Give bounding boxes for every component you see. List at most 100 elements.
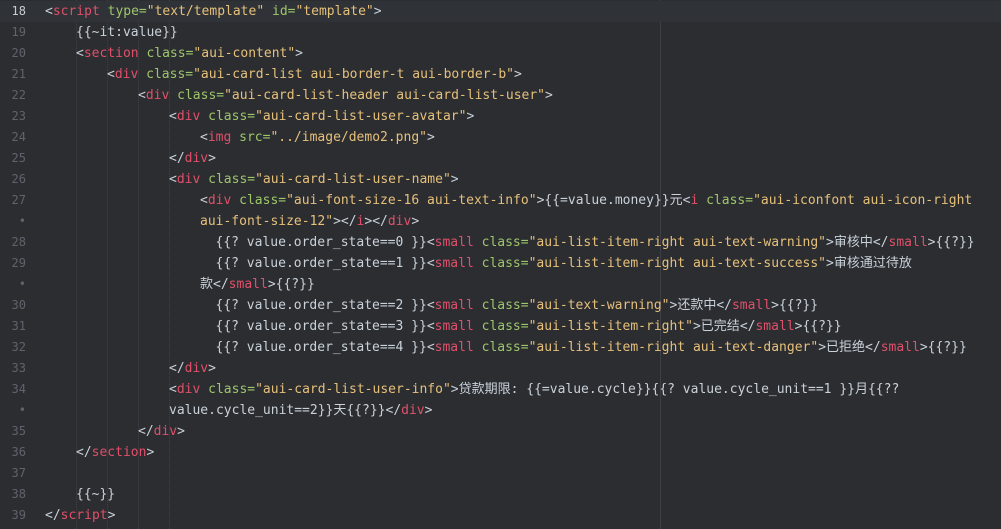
token-punc: > bbox=[514, 67, 522, 82]
code-line[interactable]: 35 </div> bbox=[0, 421, 1001, 442]
line-number: 39 bbox=[11, 508, 26, 522]
token-str: aui-font-size-12" bbox=[200, 214, 334, 229]
token-punc: < bbox=[169, 109, 177, 124]
token-str: "aui-font-size-16 aui-text-info" bbox=[286, 193, 537, 208]
token-txt: value.cycle_unit==2}}天{{?}} bbox=[169, 403, 386, 418]
token-txt: {{? value.order_state==4 }} bbox=[215, 340, 427, 355]
code-line[interactable]: 39 </script> bbox=[0, 505, 1001, 526]
code-line[interactable]: • aui-font-size-12"></i></div> bbox=[0, 211, 1001, 232]
token-txt: {{?}} bbox=[778, 298, 819, 313]
token-txt: 审核中 bbox=[833, 235, 873, 250]
code-line[interactable]: 30 {{? value.order_state==2 }}<small clas… bbox=[0, 295, 1001, 316]
token-tag: small bbox=[888, 235, 928, 250]
token-str: "template" bbox=[295, 4, 374, 19]
token-punc: < bbox=[426, 256, 435, 271]
token-tag: small bbox=[434, 235, 474, 250]
line-code: {{? value.order_state==2 }}<small class=… bbox=[216, 295, 819, 316]
code-line[interactable]: 29 {{? value.order_state==1 }}<small clas… bbox=[0, 253, 1001, 274]
token-punc: </ bbox=[213, 277, 229, 292]
line-number: 26 bbox=[11, 172, 26, 186]
line-code: </div> bbox=[169, 358, 216, 379]
line-number: 38 bbox=[11, 487, 26, 501]
token-tag: small bbox=[880, 340, 920, 355]
code-line[interactable]: 24 <img src="../image/demo2.png"> bbox=[0, 127, 1001, 148]
token-tag: script bbox=[52, 4, 100, 19]
code-line[interactable]: 18 <script type="text/template" id="templ… bbox=[0, 1, 1001, 22]
token-txt: 贷款期限: {{=value.cycle}}{{? value.cycle_un… bbox=[458, 382, 900, 397]
line-code: value.cycle_unit==2}}天{{?}}</div> bbox=[169, 400, 432, 421]
line-number: 34 bbox=[11, 382, 26, 396]
code-editor[interactable]: 18 <script type="text/template" id="templ… bbox=[0, 0, 1001, 529]
token-punc: > bbox=[208, 151, 216, 166]
token-attr: src= bbox=[239, 130, 271, 145]
code-line[interactable]: 28 {{? value.order_state==0 }}<small clas… bbox=[0, 232, 1001, 253]
token-punc: </ bbox=[76, 445, 92, 460]
token-str: "aui-card-list-header aui-card-list-user… bbox=[224, 88, 546, 103]
token-tag: small bbox=[228, 277, 268, 292]
token-punc: > bbox=[692, 319, 701, 334]
line-number: 30 bbox=[11, 298, 26, 312]
token-punc: < bbox=[200, 193, 208, 208]
token-punc: > bbox=[427, 130, 435, 145]
token-tag: div bbox=[176, 382, 201, 397]
line-code: {{? value.order_state==3 }}<small class=… bbox=[216, 316, 842, 337]
token-txt: {{? value.order_state==2 }} bbox=[215, 298, 427, 313]
code-line[interactable]: • 款</small>{{?}} bbox=[0, 274, 1001, 295]
code-line[interactable]: 22 <div class="aui-card-list-header aui-c… bbox=[0, 85, 1001, 106]
token-punc: </ bbox=[385, 403, 402, 418]
code-line[interactable]: 37 bbox=[0, 463, 1001, 484]
code-line[interactable]: 34 <div class="aui-card-list-user-info">贷… bbox=[0, 379, 1001, 400]
line-code: <div class="aui-card-list-user-avatar"> bbox=[169, 106, 474, 127]
token-punc: > bbox=[107, 508, 116, 523]
token-punc: > bbox=[545, 88, 553, 103]
code-line[interactable]: 27 <div class="aui-font-size-16 aui-text-… bbox=[0, 190, 1001, 211]
token-punc: > bbox=[267, 277, 276, 292]
token-punc: > bbox=[177, 424, 185, 439]
code-line[interactable]: 19 {{~it:value}} bbox=[0, 22, 1001, 43]
line-code: <div class="aui-card-list aui-border-t a… bbox=[107, 64, 522, 85]
token-punc: > bbox=[146, 445, 155, 460]
code-line[interactable]: 26 <div class="aui-card-list-user-name"> bbox=[0, 169, 1001, 190]
token-tag: script bbox=[60, 508, 108, 523]
code-line[interactable]: 23 <div class="aui-card-list-user-avatar"… bbox=[0, 106, 1001, 127]
token-attr: class= bbox=[208, 109, 256, 124]
code-line[interactable]: 33 </div> bbox=[0, 358, 1001, 379]
token-punc: ></ bbox=[333, 214, 357, 229]
token-punc: > bbox=[411, 214, 420, 229]
line-number: 18 bbox=[11, 4, 26, 18]
token-tag: small bbox=[434, 340, 474, 355]
line-code: <img src="../image/demo2.png"> bbox=[200, 127, 435, 148]
token-str: "aui-list-item-right" bbox=[528, 319, 693, 334]
token-str: "aui-card-list-user-avatar" bbox=[255, 109, 467, 124]
code-line[interactable]: 20 <section class="aui-content"> bbox=[0, 43, 1001, 64]
token-tag: section bbox=[83, 46, 139, 61]
line-code: <section class="aui-content"> bbox=[76, 43, 303, 64]
token-attr: class= bbox=[146, 46, 194, 61]
code-line[interactable]: 21 <div class="aui-card-list aui-border-t… bbox=[0, 64, 1001, 85]
code-line[interactable]: 25 </div> bbox=[0, 148, 1001, 169]
code-line[interactable]: 36 </section> bbox=[0, 442, 1001, 463]
code-line[interactable]: • value.cycle_unit==2}}天{{?}}</div> bbox=[0, 400, 1001, 421]
line-code: 款</small>{{?}} bbox=[200, 274, 315, 295]
code-line[interactable]: 31 {{? value.order_state==3 }}<small clas… bbox=[0, 316, 1001, 337]
token-punc: < bbox=[426, 235, 435, 250]
code-line[interactable]: 32 {{? value.order_state==4 }}<small clas… bbox=[0, 337, 1001, 358]
code-line[interactable]: 38 {{~}} bbox=[0, 484, 1001, 505]
line-code: {{~}} bbox=[76, 484, 115, 505]
token-attr: id= bbox=[272, 4, 296, 19]
token-punc: > bbox=[826, 235, 834, 250]
line-number: • bbox=[18, 277, 26, 291]
line-code: </section> bbox=[76, 442, 154, 463]
token-tag: div bbox=[401, 403, 425, 418]
